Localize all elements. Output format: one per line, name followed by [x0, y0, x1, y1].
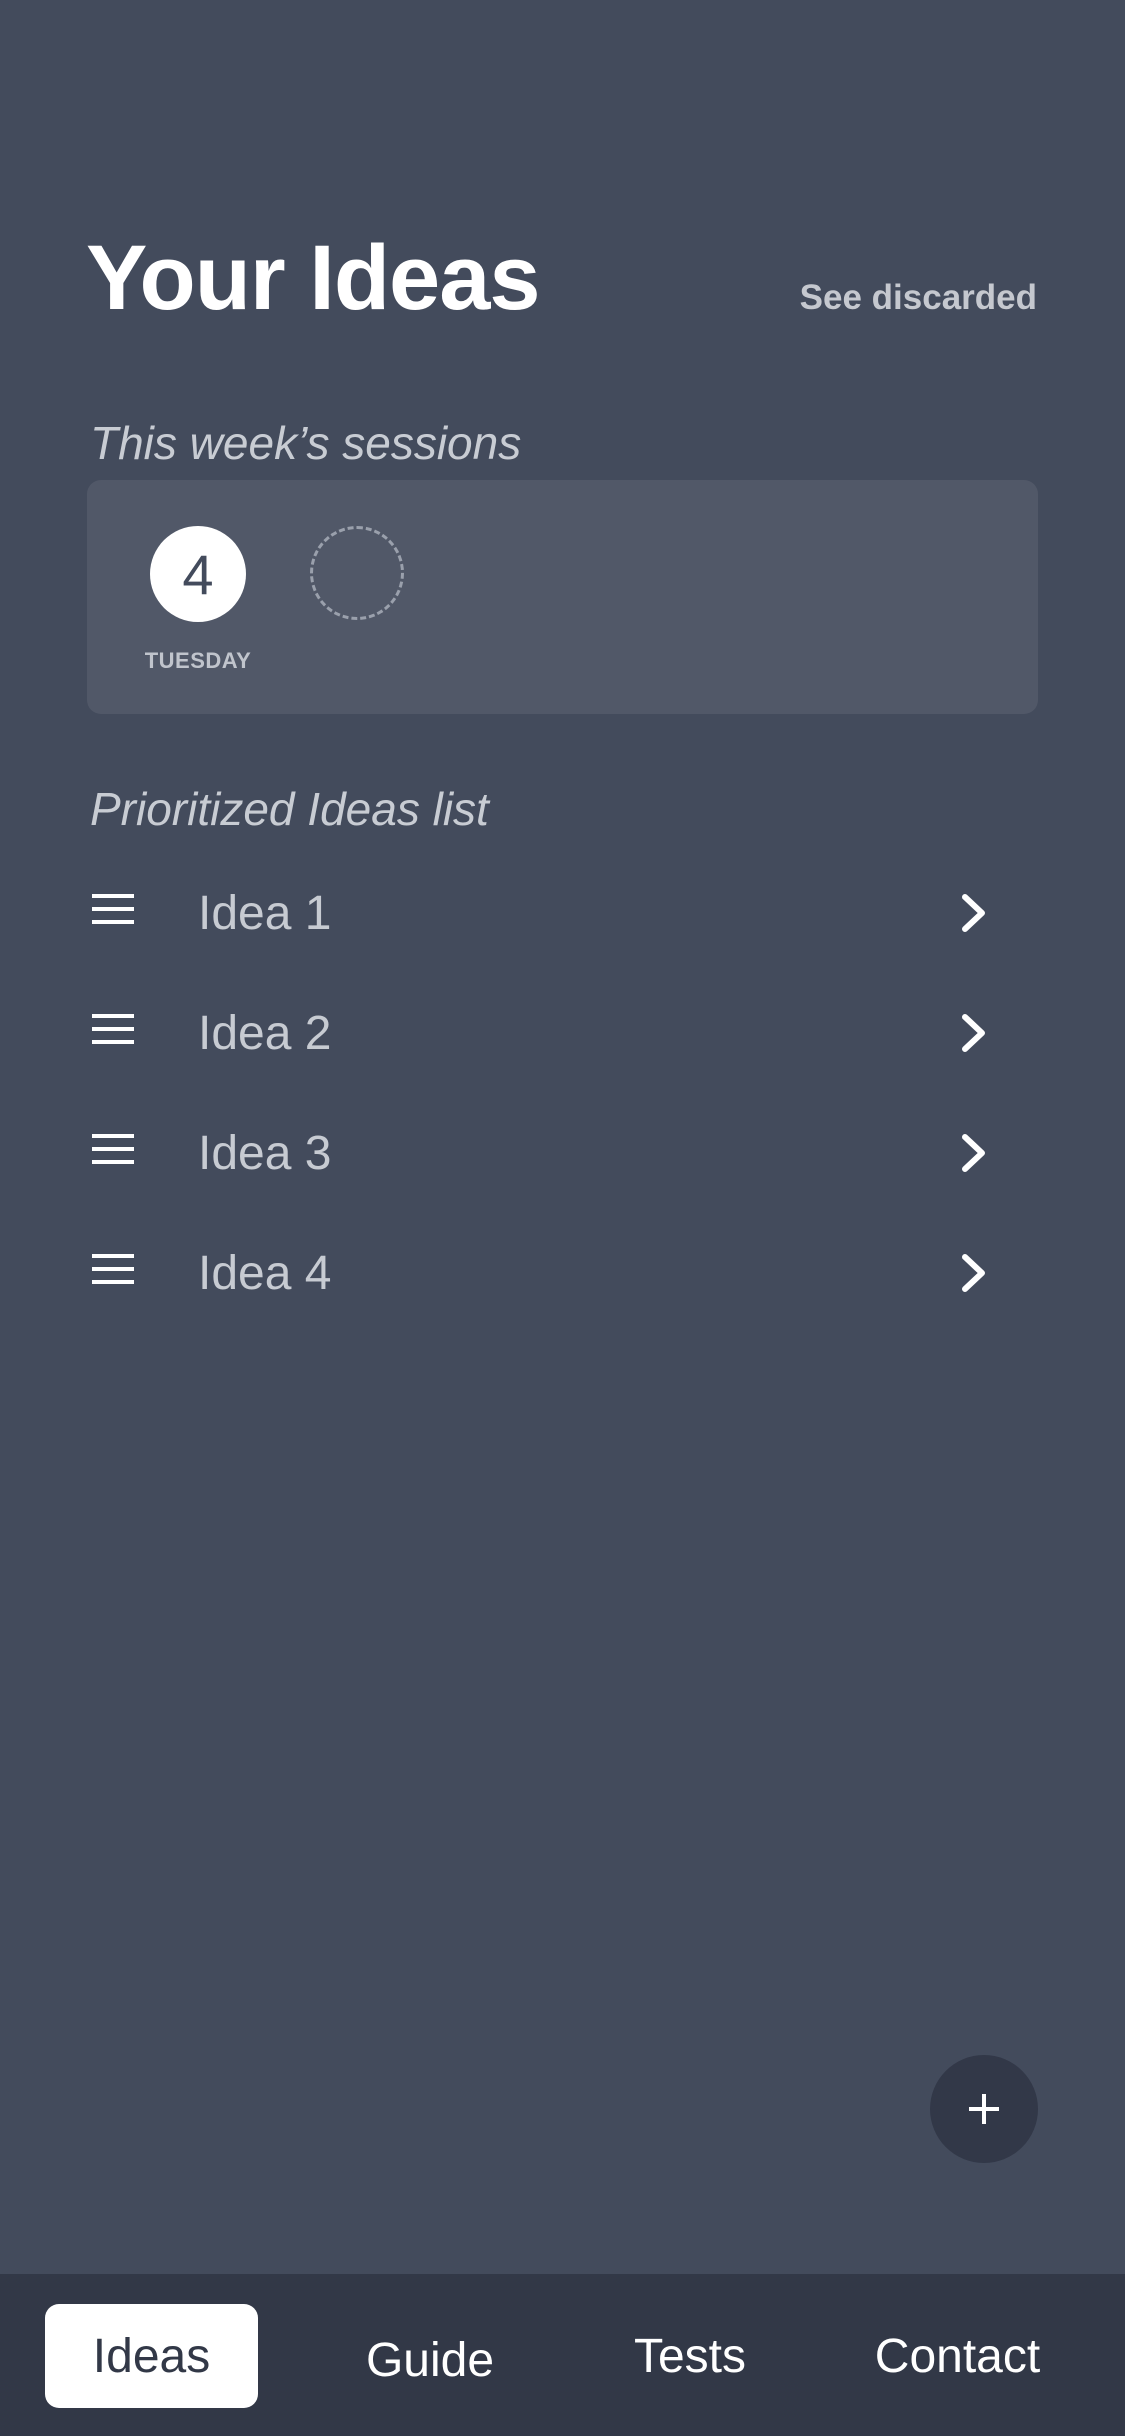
- tab-guide[interactable]: Guide: [330, 2308, 530, 2412]
- ideas-section-label: Prioritized Ideas list: [90, 783, 489, 835]
- chevron-right-icon: [962, 1134, 985, 1172]
- drag-handle-icon[interactable]: [92, 1134, 134, 1164]
- sessions-section-label: This week’s sessions: [90, 417, 522, 469]
- list-item[interactable]: Idea 2: [0, 974, 1125, 1094]
- list-item[interactable]: Idea 3: [0, 1094, 1125, 1214]
- page-title: Your Ideas: [86, 227, 541, 329]
- idea-label: Idea 2: [198, 1007, 332, 1060]
- chevron-right-icon: [962, 894, 985, 932]
- chevron-right-icon: [962, 1254, 985, 1292]
- tab-ideas[interactable]: Ideas: [45, 2304, 258, 2408]
- bottom-tab-bar: Ideas Guide Tests Contact: [0, 2274, 1125, 2436]
- session-weekday-label: TUESDAY: [144, 648, 252, 673]
- drag-handle-icon[interactable]: [92, 1254, 134, 1284]
- tab-contact[interactable]: Contact: [850, 2304, 1065, 2408]
- ideas-screen: Your Ideas See discarded This week’s ses…: [0, 0, 1125, 2436]
- drag-handle-icon[interactable]: [92, 894, 134, 924]
- plus-icon: [969, 2094, 999, 2124]
- chevron-right-icon: [962, 1014, 985, 1052]
- tab-tests[interactable]: Tests: [600, 2304, 780, 2408]
- add-idea-button[interactable]: [930, 2055, 1038, 2163]
- idea-label: Idea 1: [198, 887, 332, 940]
- empty-session-slot[interactable]: [310, 526, 404, 620]
- see-discarded-link[interactable]: See discarded: [800, 278, 1037, 318]
- list-item[interactable]: Idea 1: [0, 854, 1125, 974]
- sessions-card: 4 TUESDAY: [87, 480, 1038, 714]
- idea-label: Idea 4: [198, 1247, 332, 1300]
- list-item[interactable]: Idea 4: [0, 1214, 1125, 1334]
- idea-label: Idea 3: [198, 1127, 332, 1180]
- session-day-circle[interactable]: 4: [150, 526, 246, 622]
- drag-handle-icon[interactable]: [92, 1014, 134, 1044]
